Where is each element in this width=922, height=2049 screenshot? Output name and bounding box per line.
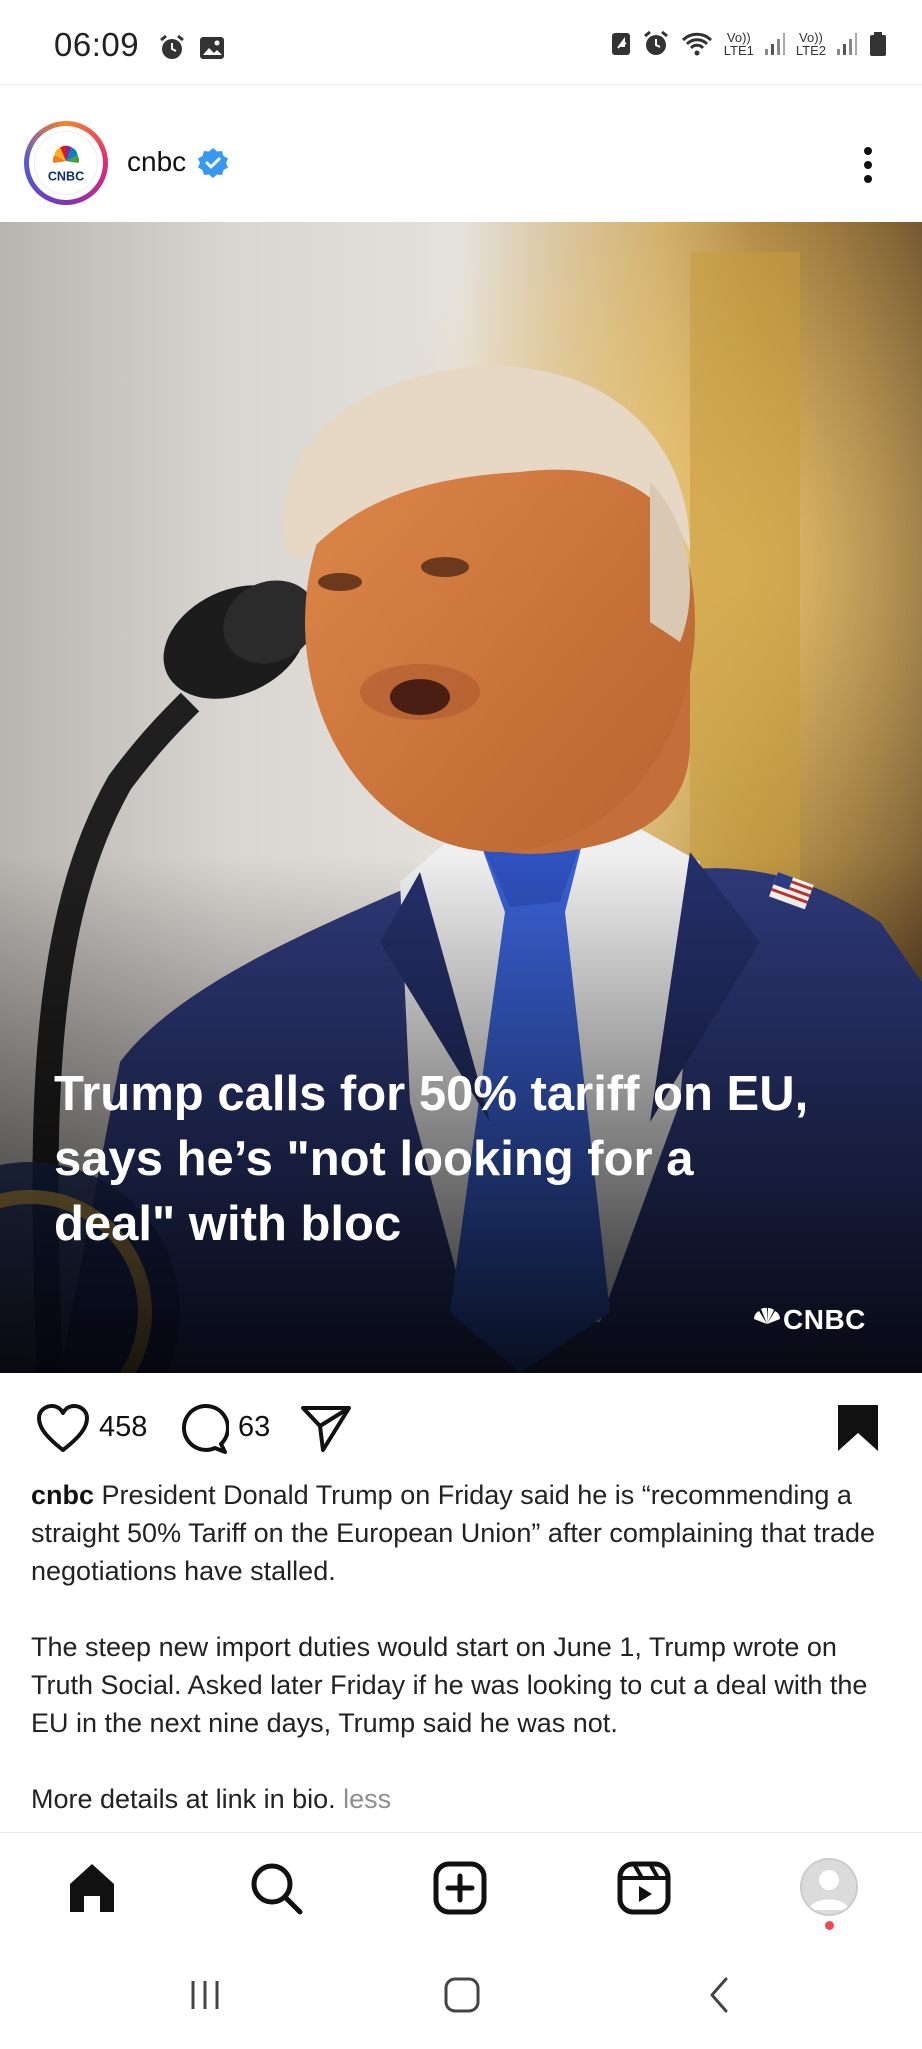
caption-paragraph-1: cnbc President Donald Trump on Friday sa… (31, 1480, 876, 1586)
network-2-label: Vo)) LTE2 (795, 30, 826, 58)
cnbc-watermark-icon (754, 1307, 780, 1324)
caption-paragraph-3: More details at link in bio. less (31, 1784, 392, 1814)
data-saver-icon (611, 33, 630, 55)
comment-count[interactable]: 63 (238, 1411, 270, 1444)
save-bookmark-icon[interactable] (836, 1403, 880, 1453)
gallery-icon (200, 37, 224, 59)
cnbc-logo-icon: CNBC (34, 131, 98, 195)
status-time: 06:09 (54, 26, 140, 63)
comment-icon[interactable] (175, 1402, 229, 1456)
post-caption: cnbc President Donald Trump on Friday sa… (31, 1476, 901, 1818)
reels-icon[interactable] (614, 1858, 674, 1918)
post-media[interactable]: Trump calls for 50% tariff on EU, says h… (0, 222, 922, 1373)
wifi-icon (681, 32, 712, 56)
network-1-label: Vo)) LTE1 (723, 30, 754, 58)
profile-avatar[interactable]: CNBC (24, 121, 108, 205)
battery-icon (870, 32, 886, 56)
post-username[interactable]: cnbc (127, 146, 186, 178)
home-button-icon[interactable] (442, 1975, 482, 2015)
more-options-icon[interactable] (858, 141, 878, 189)
home-icon[interactable] (62, 1858, 122, 1918)
verified-badge-icon (198, 148, 228, 178)
back-button-icon[interactable] (700, 1975, 740, 2015)
post-header: CNBC cnbc (0, 85, 922, 222)
search-icon[interactable] (246, 1858, 306, 1918)
recent-apps-icon[interactable] (185, 1975, 225, 2015)
post-actions: 458 63 (0, 1373, 922, 1483)
svg-text:CNBC: CNBC (48, 169, 84, 183)
default-avatar-icon (809, 1870, 849, 1910)
caption-less-link[interactable]: less (343, 1784, 391, 1814)
caption-paragraph-2: The steep new import duties would start … (31, 1632, 868, 1738)
alarm-icon (160, 34, 184, 59)
post-headline: Trump calls for 50% tariff on EU, says h… (54, 1067, 809, 1251)
notification-dot (825, 1921, 834, 1930)
bottom-navigation (0, 1832, 922, 1941)
profile-nav-avatar[interactable] (800, 1858, 858, 1916)
share-icon[interactable] (299, 1404, 353, 1454)
status-right-icons: Vo)) LTE1 Vo)) LTE2 (610, 30, 888, 58)
like-count[interactable]: 458 (99, 1411, 147, 1444)
status-left-icons (158, 34, 226, 62)
status-bar: 06:09 Vo)) LTE1 Vo)) LTE2 (0, 0, 922, 85)
alarm-icon-right (643, 30, 668, 55)
system-navigation-bar (0, 1940, 922, 2049)
create-post-icon[interactable] (430, 1858, 490, 1918)
cnbc-watermark: CNBC (783, 1304, 866, 1335)
caption-username[interactable]: cnbc (31, 1480, 94, 1510)
signal-icon-2 (837, 33, 857, 55)
signal-icon-1 (764, 33, 785, 55)
like-icon[interactable] (35, 1403, 91, 1455)
